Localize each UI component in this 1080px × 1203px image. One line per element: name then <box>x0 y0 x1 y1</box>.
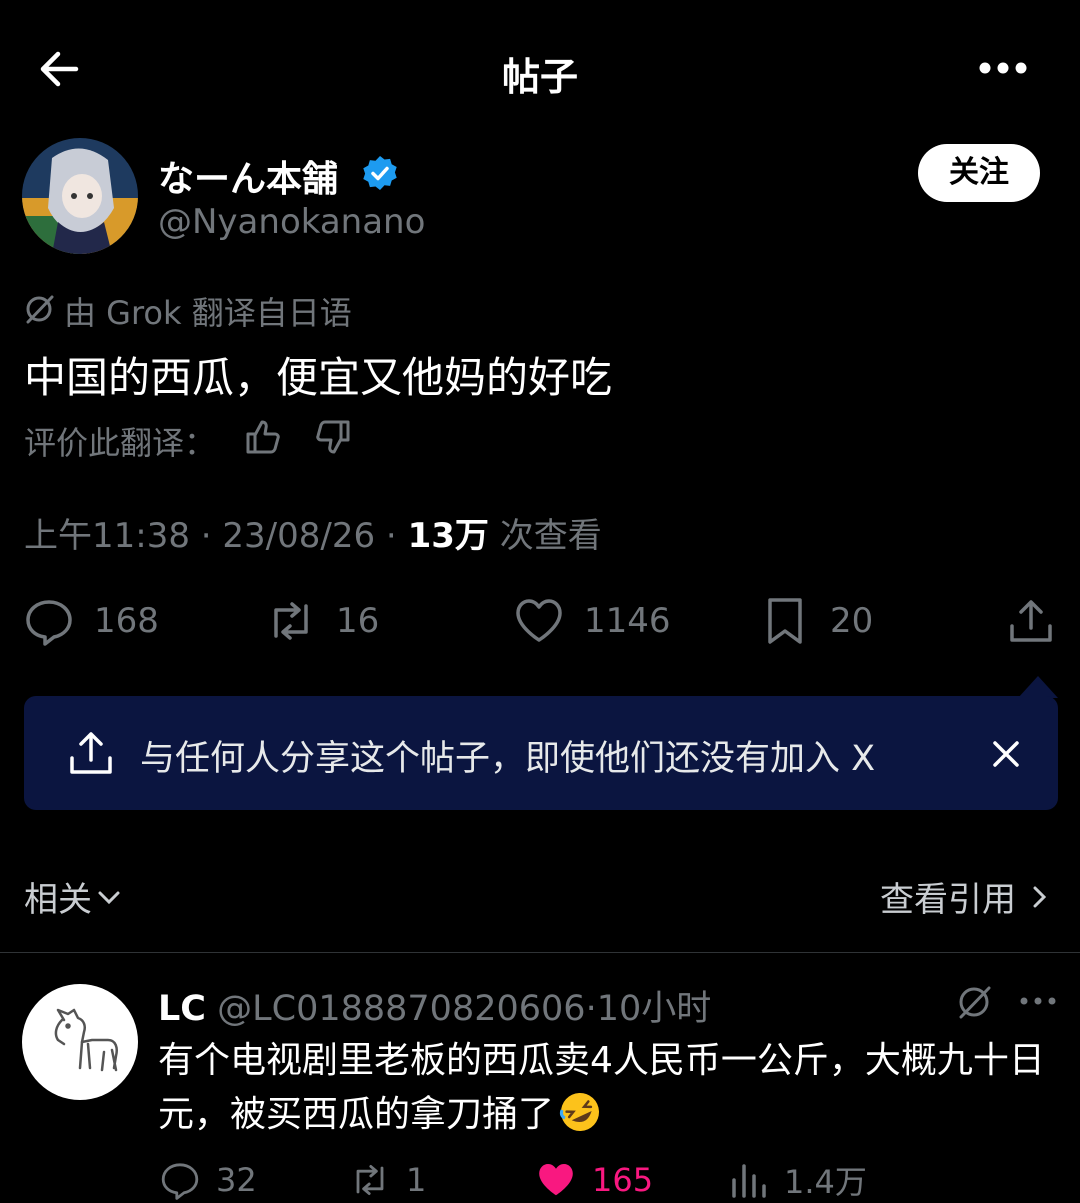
view-quotes-label: 查看引用 <box>880 880 1016 920</box>
reply-action[interactable]: 168 <box>24 594 159 648</box>
reply-text: 有个电视剧里老板的西瓜卖4人民币一公斤，大概九十日元，被买西瓜的拿刀捅了 <box>158 1034 1058 1142</box>
reply-author-handle[interactable]: @LC0188870820606 <box>217 989 585 1029</box>
post-date: 23/08/26 <box>222 516 376 556</box>
grok-icon[interactable] <box>956 984 992 1020</box>
banner-pointer <box>1018 676 1058 698</box>
repost-action[interactable]: 16 <box>266 594 379 648</box>
thumbs-up-icon[interactable] <box>244 418 282 456</box>
reply-header: LC @LC0188870820606·10小时 <box>158 980 711 1031</box>
reply-repost-count: 1 <box>406 1161 427 1199</box>
reply-reply-action[interactable]: 32 <box>160 1158 257 1202</box>
related-dropdown[interactable]: 相关 <box>24 872 122 921</box>
laughing-emoji-icon <box>558 1090 602 1134</box>
repost-icon <box>350 1160 390 1200</box>
reply-views-action[interactable]: 1.4万 <box>728 1158 867 1202</box>
post-meta: 上午11:38 · 23/08/26 · 13万 次查看 <box>24 508 602 557</box>
divider <box>0 952 1080 953</box>
meta-separator: · <box>375 516 408 556</box>
heart-icon <box>514 596 564 646</box>
bookmark-action[interactable]: 20 <box>760 594 873 648</box>
translation-note[interactable]: 由 Grok 翻译自日语 <box>64 288 352 334</box>
analytics-icon <box>728 1160 768 1200</box>
author-name[interactable]: なーん本舗 <box>158 150 338 202</box>
follow-button[interactable]: 关注 <box>918 144 1040 202</box>
view-count[interactable]: 13万 <box>408 516 489 556</box>
share-icon[interactable] <box>1006 596 1056 646</box>
like-action[interactable]: 1146 <box>514 594 671 648</box>
bookmark-icon <box>760 596 810 646</box>
view-quotes-link[interactable]: 查看引用 <box>880 872 1052 921</box>
grok-icon <box>24 294 54 324</box>
views-label[interactable]: 次查看 <box>489 516 602 556</box>
reply-icon <box>160 1160 200 1200</box>
more-options-icon[interactable] <box>978 58 1028 78</box>
rate-translation-label: 评价此翻译： <box>24 424 217 462</box>
post-text: 中国的西瓜，便宜又他妈的好吃 <box>24 353 613 402</box>
page-title: 帖子 <box>501 55 578 99</box>
share-banner-text: 与任何人分享这个帖子，即使他们还没有加入 X <box>140 739 876 779</box>
like-count: 1146 <box>584 601 671 641</box>
reply-time[interactable]: 10小时 <box>597 989 712 1029</box>
reply-avatar[interactable] <box>22 984 138 1100</box>
reply-reply-count: 32 <box>216 1161 257 1199</box>
bookmark-count: 20 <box>830 601 874 641</box>
more-options-icon[interactable] <box>1018 994 1058 1008</box>
chevron-down-icon <box>96 884 122 910</box>
close-icon[interactable] <box>986 734 1026 774</box>
reply-repost-action[interactable]: 1 <box>350 1158 426 1202</box>
reply-like-action[interactable]: 165 <box>536 1158 653 1202</box>
repost-count: 16 <box>336 601 380 641</box>
author-avatar[interactable] <box>22 138 138 254</box>
reply-like-count: 165 <box>592 1161 654 1199</box>
thumbs-down-icon[interactable] <box>314 418 352 456</box>
reply-count: 168 <box>94 601 159 641</box>
chevron-right-icon <box>1026 884 1052 910</box>
post-time: 上午11:38 <box>24 516 190 556</box>
reply-separator: · <box>585 989 597 1029</box>
heart-filled-icon <box>536 1160 576 1200</box>
reply-view-count: 1.4万 <box>784 1163 867 1201</box>
meta-separator: · <box>189 516 223 556</box>
share-icon <box>66 728 116 778</box>
related-label: 相关 <box>24 880 92 920</box>
reply-author-name[interactable]: LC <box>158 989 206 1029</box>
repost-icon <box>266 596 316 646</box>
verified-badge-icon <box>362 155 398 191</box>
reply-icon <box>24 596 74 646</box>
author-handle[interactable]: @Nyanokanano <box>158 202 425 242</box>
